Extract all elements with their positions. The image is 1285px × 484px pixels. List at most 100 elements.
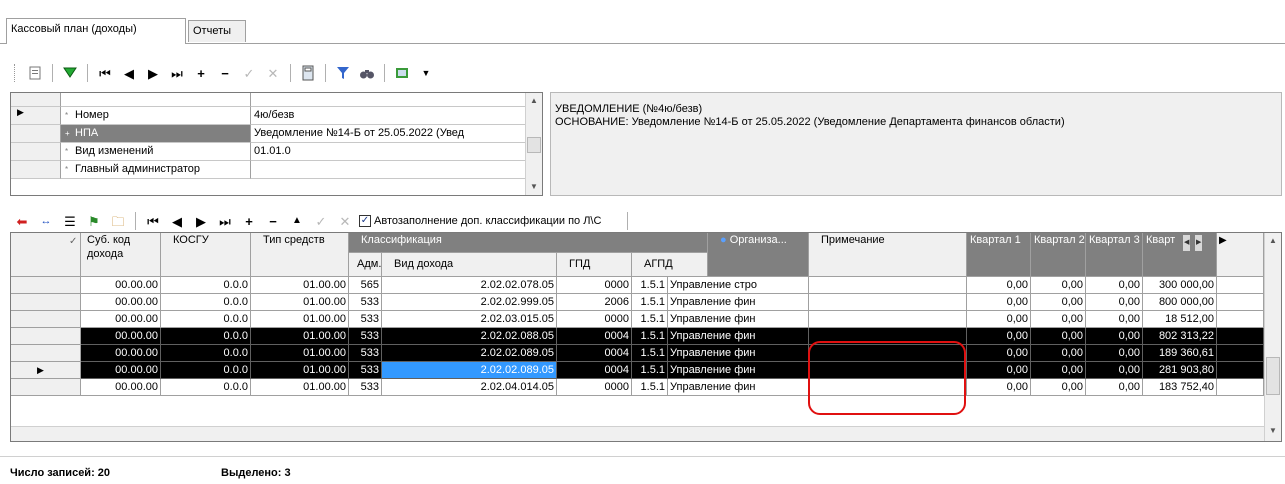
cell-q4[interactable]: 183 752,40 <box>1143 379 1217 396</box>
delete-record-icon[interactable]: − <box>263 211 283 231</box>
cell-fund-type[interactable]: 01.00.00 <box>251 362 349 379</box>
form-value-npa[interactable]: Уведомление №14-Б от 25.05.2022 (Увед <box>251 125 525 143</box>
cell-sub-code[interactable]: 00.00.00 <box>81 328 161 345</box>
cell-kosgu[interactable]: 0.0.0 <box>161 345 251 362</box>
delete-record-icon[interactable]: − <box>215 63 235 83</box>
cell-adm[interactable]: 533 <box>349 294 382 311</box>
row-indicator[interactable] <box>11 311 81 328</box>
autofill-checkbox[interactable]: ✓ Автозаполнение доп. классификации по Л… <box>359 215 601 227</box>
cell-fund-type[interactable]: 01.00.00 <box>251 379 349 396</box>
flag-icon[interactable]: ⚑ <box>84 211 104 231</box>
cell-q1[interactable]: 0,00 <box>967 362 1031 379</box>
cell-gpd[interactable]: 2006 <box>557 294 632 311</box>
col-header-sub-code[interactable]: Суб. код дохода <box>81 233 161 277</box>
next-record-icon[interactable]: ▶ <box>143 63 163 83</box>
filter-icon[interactable] <box>333 63 353 83</box>
cell-fund-type[interactable]: 01.00.00 <box>251 277 349 294</box>
cell-org[interactable]: Управление фин <box>668 311 809 328</box>
cell-q1[interactable]: 0,00 <box>967 277 1031 294</box>
scroll-thumb[interactable] <box>527 137 541 153</box>
row-indicator[interactable] <box>11 345 81 362</box>
col-header-adm[interactable]: Адм... <box>349 253 382 277</box>
cell-kosgu[interactable]: 0.0.0 <box>161 328 251 345</box>
cell-org[interactable]: Управление фин <box>668 328 809 345</box>
cell-q4[interactable]: 800 000,00 <box>1143 294 1217 311</box>
col-scroll-right-icon[interactable]: ▶ <box>1195 235 1203 251</box>
cell-kosgu[interactable]: 0.0.0 <box>161 362 251 379</box>
cell-org[interactable]: Управление фин <box>668 345 809 362</box>
cancel-icon[interactable]: ✕ <box>263 63 283 83</box>
row-indicator[interactable]: ▶ <box>11 362 81 379</box>
first-record-icon[interactable]: ⏮ <box>95 63 115 83</box>
cell-q1[interactable]: 0,00 <box>967 379 1031 396</box>
cell-kosgu[interactable]: 0.0.0 <box>161 311 251 328</box>
calculator-icon[interactable] <box>298 63 318 83</box>
col-header-gpd[interactable]: ГПД <box>557 253 632 277</box>
cell-q1[interactable]: 0,00 <box>967 328 1031 345</box>
cell-kosgu[interactable]: 0.0.0 <box>161 379 251 396</box>
cell-org[interactable]: Управление фин <box>668 362 809 379</box>
col-header-fund-type[interactable]: Тип средств <box>251 233 349 277</box>
cell-q2[interactable]: 0,00 <box>1031 379 1086 396</box>
form-value-number[interactable]: 4ю/безв <box>251 107 525 125</box>
cell-sub-code[interactable]: 00.00.00 <box>81 379 161 396</box>
cell-note[interactable] <box>809 311 967 328</box>
cell-sub-code[interactable]: 00.00.00 <box>81 311 161 328</box>
cell-q4[interactable]: 189 360,61 <box>1143 345 1217 362</box>
col-scroll-left-icon[interactable]: ◀ <box>1183 235 1191 251</box>
binoculars-icon[interactable] <box>357 63 377 83</box>
cell-note[interactable] <box>809 362 967 379</box>
form-row-change-type[interactable]: * Вид изменений 01.01.0 <box>11 143 525 161</box>
cell-q1[interactable]: 0,00 <box>967 345 1031 362</box>
cell-kosgu[interactable]: 0.0.0 <box>161 277 251 294</box>
checkbox-checked-icon[interactable]: ✓ <box>359 215 371 227</box>
cell-income-type[interactable]: 2.02.02.078.05 <box>382 277 557 294</box>
form-value-chief-admin[interactable] <box>251 161 525 179</box>
cell-income-type[interactable]: 2.02.02.089.05 <box>382 345 557 362</box>
prev-record-icon[interactable]: ◀ <box>167 211 187 231</box>
form-row-chief-admin[interactable]: * Главный администратор <box>11 161 525 179</box>
cell-income-type[interactable]: 2.02.02.999.05 <box>382 294 557 311</box>
cell-q3[interactable]: 0,00 <box>1086 328 1143 345</box>
cell-org[interactable]: Управление стро <box>668 277 809 294</box>
cell-q3[interactable]: 0,00 <box>1086 379 1143 396</box>
cell-sub-code[interactable]: 00.00.00 <box>81 277 161 294</box>
print-menu-icon[interactable] <box>392 63 412 83</box>
scroll-thumb[interactable] <box>1266 357 1280 395</box>
cell-q2[interactable]: 0,00 <box>1031 362 1086 379</box>
form-value-change-type[interactable]: 01.01.0 <box>251 143 525 161</box>
scroll-down-icon[interactable]: ▼ <box>1265 423 1281 439</box>
row-indicator[interactable] <box>11 328 81 345</box>
cell-note[interactable] <box>809 294 967 311</box>
cell-q1[interactable]: 0,00 <box>967 294 1031 311</box>
cell-agpd[interactable]: 1.5.1 <box>632 345 668 362</box>
cell-agpd[interactable]: 1.5.1 <box>632 379 668 396</box>
pin-icon[interactable]: ⬅ <box>12 211 32 231</box>
col-header-q1[interactable]: Квартал 1 <box>967 233 1031 277</box>
row-indicator[interactable] <box>11 294 81 311</box>
cell-q3[interactable]: 0,00 <box>1086 362 1143 379</box>
tab-cash-plan-income[interactable]: Кассовый план (доходы) <box>6 18 186 44</box>
cell-gpd[interactable]: 0004 <box>557 362 632 379</box>
cell-gpd[interactable]: 0000 <box>557 311 632 328</box>
cell-adm[interactable]: 533 <box>349 362 382 379</box>
cell-agpd[interactable]: 1.5.1 <box>632 277 668 294</box>
cell-note[interactable] <box>809 345 967 362</box>
col-header-income-type[interactable]: Вид дохода <box>382 253 557 277</box>
form-scrollbar[interactable]: ▲ ▼ <box>525 93 542 195</box>
last-record-icon[interactable]: ⏭ <box>215 211 235 231</box>
form-row-npa[interactable]: + НПА Уведомление №14-Б от 25.05.2022 (Ув… <box>11 125 525 143</box>
cell-sub-code[interactable]: 00.00.00 <box>81 294 161 311</box>
folder-icon[interactable]: 🗀 <box>108 211 128 231</box>
col-header-agpd[interactable]: АГПД <box>632 253 708 277</box>
list-icon[interactable]: ☰ <box>60 211 80 231</box>
cell-gpd[interactable]: 0004 <box>557 328 632 345</box>
cell-adm[interactable]: 565 <box>349 277 382 294</box>
cell-q4[interactable]: 281 903,80 <box>1143 362 1217 379</box>
cell-q3[interactable]: 0,00 <box>1086 294 1143 311</box>
cell-note[interactable] <box>809 277 967 294</box>
confirm-icon[interactable]: ✓ <box>311 211 331 231</box>
cell-fund-type[interactable]: 01.00.00 <box>251 345 349 362</box>
document-icon[interactable] <box>25 63 45 83</box>
cell-adm[interactable]: 533 <box>349 379 382 396</box>
